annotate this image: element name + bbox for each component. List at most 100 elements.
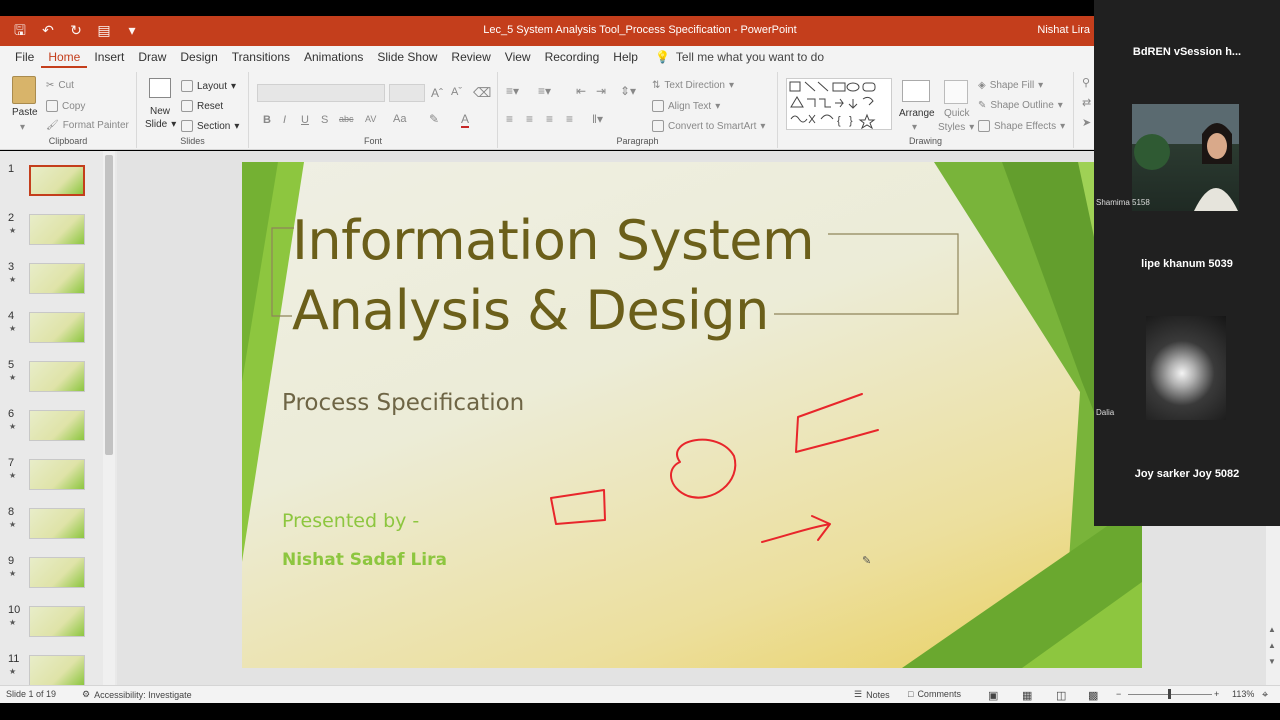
slide-sorter-icon[interactable]: ▦ xyxy=(1022,689,1032,702)
shape-effects-button[interactable]: Shape Effects ▾ xyxy=(978,120,1065,132)
tab-home[interactable]: Home xyxy=(41,46,88,68)
slideshow-view-icon[interactable]: ▩ xyxy=(1088,689,1098,702)
underline-button[interactable]: U xyxy=(301,114,309,126)
paste-icon[interactable] xyxy=(12,76,36,104)
tab-slide-show[interactable]: Slide Show xyxy=(370,46,444,68)
section-button[interactable]: Section ▾ xyxy=(181,120,239,132)
tab-review[interactable]: Review xyxy=(444,46,497,68)
reading-view-icon[interactable]: ◫ xyxy=(1056,689,1066,702)
comments-button[interactable]: □ Comments xyxy=(908,689,961,699)
bold-button[interactable]: B xyxy=(263,114,271,126)
char-spacing-button[interactable]: AV xyxy=(365,114,376,124)
notes-button[interactable]: ☰ Notes xyxy=(854,689,890,700)
find-icon[interactable]: ⚲ xyxy=(1082,76,1090,89)
slide-canvas[interactable]: Information System Analysis & Design Pro… xyxy=(242,162,1142,668)
tab-view[interactable]: View xyxy=(498,46,538,68)
new-slide-label[interactable]: New xyxy=(150,106,170,117)
slide-thumbnail-10[interactable]: 10 ★ xyxy=(0,604,100,646)
replace-icon[interactable]: ⇄ xyxy=(1082,96,1091,109)
normal-view-icon[interactable]: ▣ xyxy=(988,689,998,702)
slide-thumbnail-6[interactable]: 6 ★ xyxy=(0,408,100,450)
reset-button[interactable]: Reset xyxy=(181,100,223,112)
copy-button[interactable]: Copy xyxy=(46,100,85,112)
slide-thumbnail-2[interactable]: 2 ★ xyxy=(0,212,100,254)
shape-outline-button[interactable]: ✎ Shape Outline ▾ xyxy=(978,100,1063,111)
tab-design[interactable]: Design xyxy=(173,46,224,68)
new-slide-label-2[interactable]: Slide ▾ xyxy=(145,119,176,130)
thumbnails-scrollbar[interactable] xyxy=(103,151,115,685)
accessibility-status[interactable]: ⚙ Accessibility: Investigate xyxy=(82,689,192,700)
shape-fill-button[interactable]: ◈ Shape Fill ▾ xyxy=(978,80,1043,91)
quick-styles-label[interactable]: Quick xyxy=(944,108,970,119)
grow-font-icon[interactable]: Aˆ xyxy=(431,86,443,100)
tab-animations[interactable]: Animations xyxy=(297,46,370,68)
align-center-icon[interactable]: ≡ xyxy=(526,112,533,126)
quick-styles-icon[interactable] xyxy=(944,80,968,104)
new-slide-icon[interactable] xyxy=(149,78,171,98)
slide-thumbnail-4[interactable]: 4 ★ xyxy=(0,310,100,352)
presenter-name[interactable]: Nishat Sadaf Lira xyxy=(282,550,447,570)
presented-by-text[interactable]: Presented by - xyxy=(282,510,419,532)
slide-thumbnail-1[interactable]: 1 xyxy=(0,163,100,205)
slide-thumbnail-7[interactable]: 7 ★ xyxy=(0,457,100,499)
slide-thumbnail-3[interactable]: 3 ★ xyxy=(0,261,100,303)
font-name-input[interactable] xyxy=(257,84,385,102)
slide-thumbnail-9[interactable]: 9 ★ xyxy=(0,555,100,597)
convert-smartart-button[interactable]: Convert to SmartArt ▾ xyxy=(652,120,765,132)
arrange-dropdown-icon[interactable]: ▾ xyxy=(912,122,917,133)
shadow-button[interactable]: S xyxy=(321,114,328,126)
line-spacing-icon[interactable]: ⇕▾ xyxy=(620,84,636,98)
slide-thumbnail-5[interactable]: 5 ★ xyxy=(0,359,100,401)
change-case-button[interactable]: Aa xyxy=(393,113,406,125)
clear-format-icon[interactable]: ⌫ xyxy=(473,85,491,101)
zoom-out-icon[interactable]: − xyxy=(1116,689,1121,699)
arrange-icon[interactable] xyxy=(902,80,930,102)
format-painter-button[interactable]: 🖌 Format Painter xyxy=(46,120,129,131)
zoom-slider-handle[interactable] xyxy=(1168,689,1171,699)
numbering-icon[interactable]: ≡▾ xyxy=(538,84,551,98)
decrease-indent-icon[interactable]: ⇤ xyxy=(576,84,586,98)
participant-video-shamima[interactable] xyxy=(1132,104,1239,211)
slide-subtitle[interactable]: Process Specification xyxy=(282,390,524,416)
text-direction-button[interactable]: ⇅ Text Direction ▾ xyxy=(652,80,734,91)
quick-styles-label-2[interactable]: Styles ▾ xyxy=(938,122,974,133)
scrollbar-thumb[interactable] xyxy=(105,155,113,455)
font-color-icon[interactable]: A xyxy=(461,112,470,128)
slide-thumbnail-8[interactable]: 8 ★ xyxy=(0,506,100,548)
columns-icon[interactable]: ‖▾ xyxy=(592,112,603,126)
bullets-icon[interactable]: ≡▾ xyxy=(506,84,519,98)
paste-button[interactable]: Paste xyxy=(12,107,38,118)
align-right-icon[interactable]: ≡ xyxy=(546,112,553,126)
tab-insert[interactable]: Insert xyxy=(87,46,131,68)
justify-icon[interactable]: ≡ xyxy=(566,112,573,126)
tab-draw[interactable]: Draw xyxy=(131,46,173,68)
strikethrough-button[interactable]: abc xyxy=(339,114,354,124)
align-left-icon[interactable]: ≡ xyxy=(506,112,513,126)
paste-dropdown-icon[interactable]: ▾ xyxy=(20,122,25,133)
align-text-button[interactable]: Align Text ▾ xyxy=(652,100,720,112)
arrange-button[interactable]: Arrange xyxy=(899,108,935,119)
cut-button[interactable]: ✂ Cut xyxy=(46,80,74,91)
tab-file[interactable]: File xyxy=(8,46,41,68)
participant-video-dalia[interactable] xyxy=(1146,316,1226,420)
increase-indent-icon[interactable]: ⇥ xyxy=(596,84,606,98)
tab-transitions[interactable]: Transitions xyxy=(225,46,297,68)
tab-recording[interactable]: Recording xyxy=(538,46,607,68)
zoom-level[interactable]: 113% xyxy=(1232,689,1254,699)
next-slide-icon[interactable]: ▼ xyxy=(1268,657,1276,666)
highlight-icon[interactable]: ✎ xyxy=(429,112,439,126)
fit-to-window-icon[interactable]: ⌖ xyxy=(1262,689,1268,702)
shapes-gallery[interactable]: {} xyxy=(786,78,892,130)
tell-me-box[interactable]: 💡 Tell me what you want to do xyxy=(655,50,824,64)
zoom-in-icon[interactable]: + xyxy=(1214,689,1219,699)
italic-button[interactable]: I xyxy=(283,114,286,126)
user-name[interactable]: Nishat Lira xyxy=(1037,24,1090,36)
font-size-input[interactable] xyxy=(389,84,425,102)
layout-button[interactable]: Layout ▾ xyxy=(181,80,236,92)
scroll-up-icon[interactable]: ▲ xyxy=(1268,625,1276,634)
tab-help[interactable]: Help xyxy=(606,46,645,68)
previous-slide-icon[interactable]: ▲ xyxy=(1268,641,1276,650)
shrink-font-icon[interactable]: Aˇ xyxy=(451,86,462,98)
select-icon[interactable]: ➤ xyxy=(1082,116,1091,129)
slide-title[interactable]: Information System Analysis & Design xyxy=(292,206,815,346)
